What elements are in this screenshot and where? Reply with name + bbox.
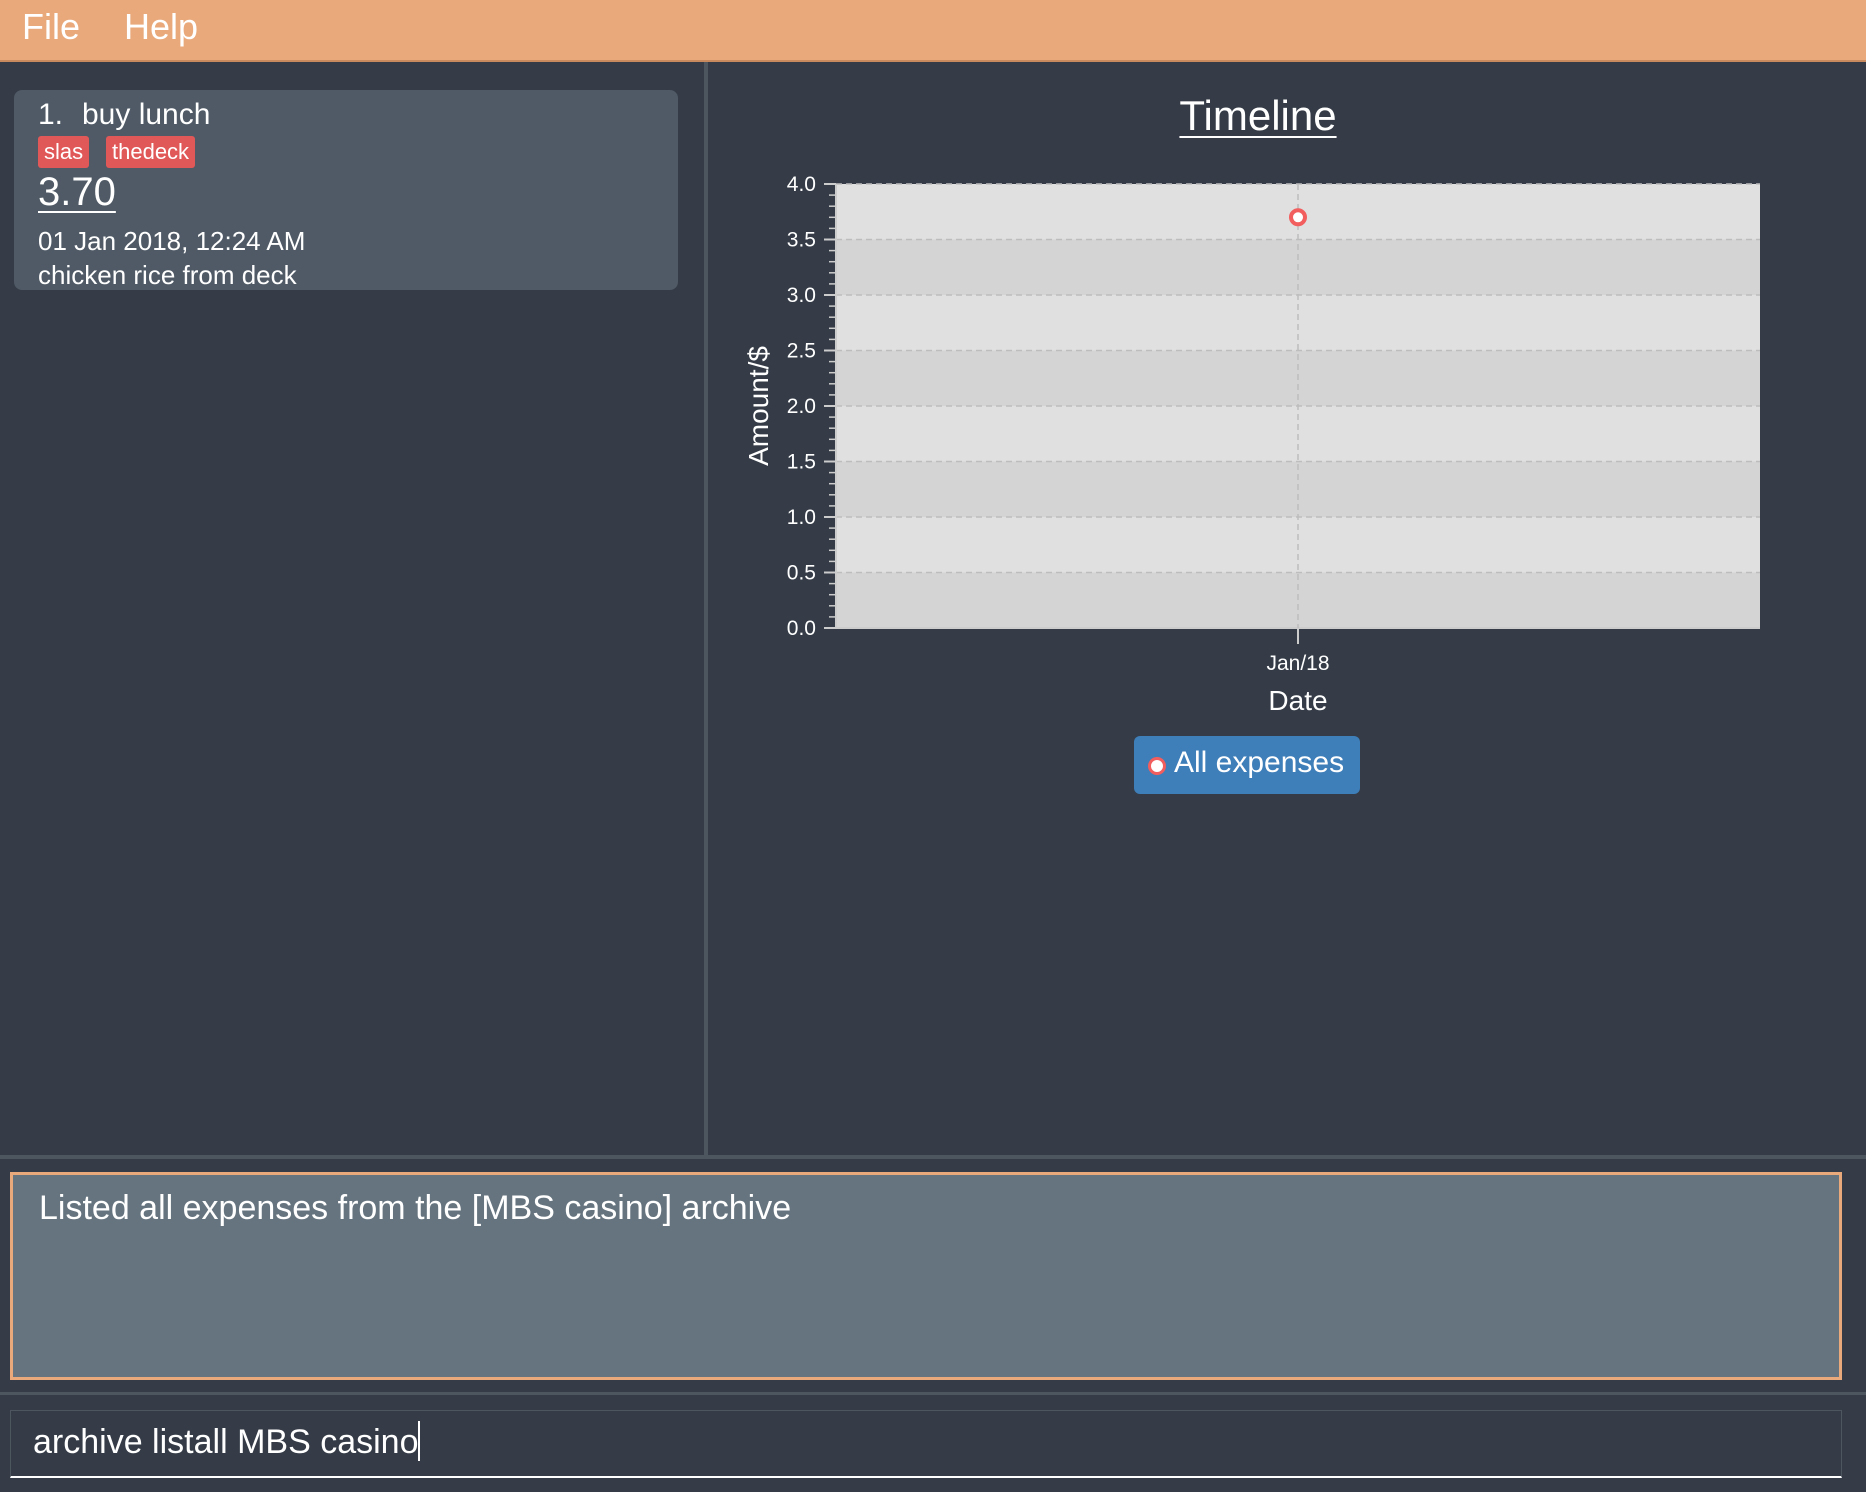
y-tick-label: 4.0 bbox=[787, 173, 816, 196]
legend-marker-icon bbox=[1148, 757, 1166, 775]
y-tick-label: 0.0 bbox=[787, 617, 816, 640]
menu-file[interactable]: File bbox=[22, 6, 80, 48]
y-tick-label: 1.0 bbox=[787, 506, 816, 529]
horizontal-divider bbox=[0, 1155, 1866, 1159]
y-tick-label: 2.5 bbox=[787, 340, 816, 363]
y-tick-label: 3.5 bbox=[787, 229, 816, 252]
text-caret bbox=[418, 1421, 421, 1461]
expense-tag: slas bbox=[38, 136, 90, 168]
command-value: archive listall MBS casino bbox=[33, 1423, 419, 1461]
command-input[interactable]: archive listall MBS casino bbox=[10, 1410, 1842, 1478]
x-tick-label: Jan/18 bbox=[1266, 652, 1329, 675]
menu-bar: File Help bbox=[0, 0, 1866, 62]
expense-list-panel: 1. buy lunch slas thedeck 3.70 01 Jan 20… bbox=[0, 62, 704, 1155]
legend-all-expenses[interactable]: All expenses bbox=[1134, 736, 1360, 794]
y-tick-label: 1.5 bbox=[787, 451, 816, 474]
result-display: Listed all expenses from the [MBS casino… bbox=[10, 1172, 1842, 1380]
result-message: Listed all expenses from the [MBS casino… bbox=[39, 1189, 792, 1227]
y-tick-label: 2.0 bbox=[787, 395, 816, 418]
chart-panel: Timeline 0.0 0.5 1.0 1.5 2.0 2.5 3.0 3.5 4.0 Jan/… bbox=[708, 62, 1866, 1155]
data-point bbox=[1289, 208, 1307, 227]
expense-amount: 3.70 bbox=[38, 170, 116, 214]
expense-name: buy lunch bbox=[82, 98, 211, 131]
command-text: archive listall MBS casino bbox=[33, 1421, 421, 1462]
y-tick-label: 0.5 bbox=[787, 562, 816, 585]
expense-index: 1. bbox=[38, 98, 64, 131]
menu-help[interactable]: Help bbox=[124, 6, 198, 48]
timeline-chart: 0.0 0.5 1.0 1.5 2.0 2.5 3.0 3.5 4.0 Jan/18 Date Amo… bbox=[743, 173, 1760, 716]
expense-description: chicken rice from deck bbox=[38, 260, 297, 290]
y-tick-label: 3.0 bbox=[787, 284, 816, 307]
divider bbox=[0, 1392, 1866, 1395]
expense-card[interactable]: 1. buy lunch slas thedeck 3.70 01 Jan 20… bbox=[14, 90, 678, 290]
y-axis-title: Amount/$ bbox=[743, 346, 774, 466]
x-axis-title: Date bbox=[1268, 685, 1327, 716]
legend-label: All expenses bbox=[1174, 746, 1345, 779]
expense-tag: thedeck bbox=[106, 136, 196, 168]
expense-date: 01 Jan 2018, 12:24 AM bbox=[38, 226, 306, 256]
